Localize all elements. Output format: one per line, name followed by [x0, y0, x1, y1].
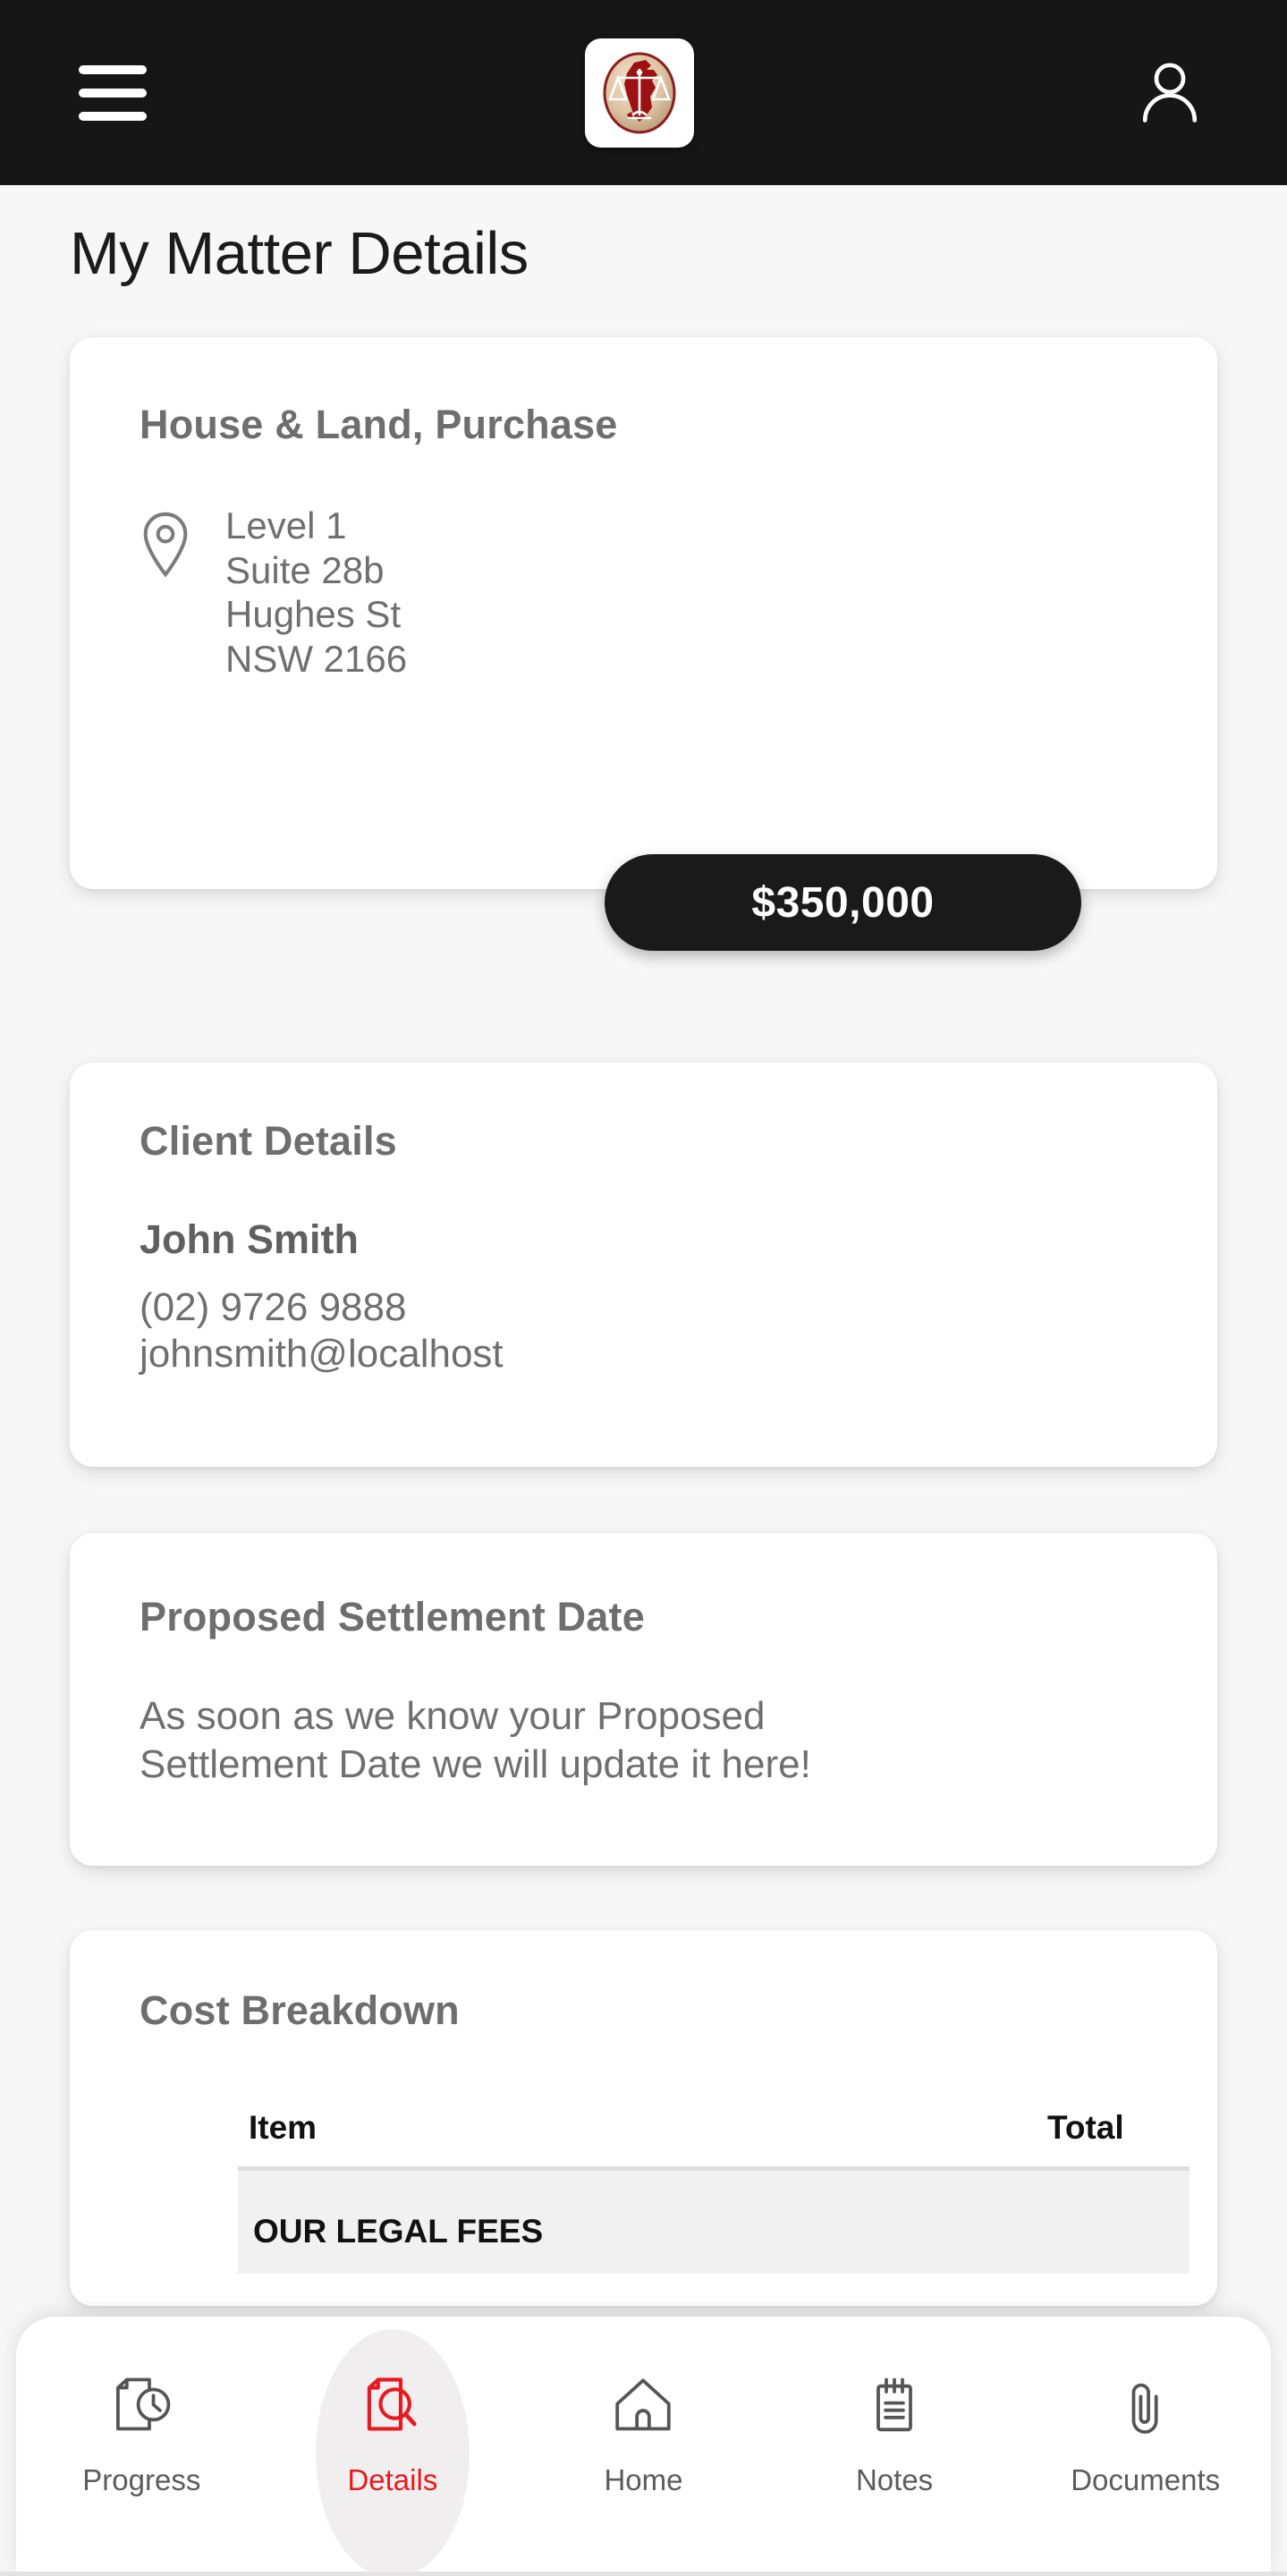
page-title: My Matter Details — [70, 220, 529, 287]
settlement-body-line: Settlement Date we will update it here! — [140, 1741, 811, 1786]
matter-card-title: House & Land, Purchase — [140, 402, 618, 447]
table-row: OUR LEGAL FEES — [238, 2166, 1190, 2274]
cost-breakdown-card: Cost Breakdown Item Total OUR LEGAL FEES — [70, 1930, 1217, 2306]
client-contact-block: (02) 9726 9888 johnsmith@localhost — [140, 1284, 504, 1377]
nav-label-progress: Progress — [82, 2463, 201, 2496]
settlement-body-line: As soon as we know your Proposed — [140, 1694, 766, 1738]
nav-tab-details[interactable]: Details — [290, 2329, 495, 2576]
address-line: NSW 2166 — [225, 637, 408, 680]
paperclip-icon — [1112, 2372, 1180, 2444]
map-pin-icon — [143, 512, 188, 578]
client-details-card: Client Details John Smith (02) 9726 9888… — [70, 1063, 1217, 1467]
column-header-total: Total — [1047, 2109, 1124, 2146]
matter-address-row: Level 1 Suite 28b Hughes St NSW 2166 — [140, 504, 407, 681]
nav-tab-progress[interactable]: Progress — [38, 2372, 244, 2551]
address-line: Suite 28b — [225, 548, 385, 591]
hamburger-menu-icon[interactable] — [79, 64, 147, 121]
nav-label-home: Home — [604, 2463, 683, 2496]
notepad-glyph — [876, 2377, 912, 2432]
client-card-title: Client Details — [140, 1118, 397, 1164]
cost-row-item: OUR LEGAL FEES — [253, 2213, 544, 2250]
scales-of-justice-logo-icon — [603, 52, 675, 133]
matter-details-card: House & Land, Purchase Level 1 Suite 28b… — [70, 337, 1217, 889]
document-clock-glyph — [116, 2377, 171, 2431]
hamburger-bar — [79, 64, 147, 74]
document-search-glyph — [367, 2377, 417, 2431]
house-glyph — [615, 2378, 672, 2431]
nav-tab-notes[interactable]: Notes — [792, 2372, 997, 2551]
nav-tab-home[interactable]: Home — [540, 2372, 746, 2551]
nav-label-details: Details — [347, 2463, 438, 2496]
client-name: John Smith — [140, 1216, 359, 1262]
nav-label-notes: Notes — [855, 2463, 934, 2496]
bottom-navigation-bar: Progress Details Home Notes Documents — [16, 2317, 1271, 2576]
app-logo[interactable] — [584, 38, 694, 148]
user-account-icon[interactable] — [1131, 55, 1208, 131]
address-line: Hughes St — [225, 593, 402, 636]
active-tab-highlight — [315, 2329, 470, 2576]
column-header-item: Item — [249, 2109, 318, 2146]
address-line: Level 1 — [225, 504, 347, 547]
cost-card-title: Cost Breakdown — [140, 1987, 460, 2033]
paperclip-glyph — [1131, 2383, 1158, 2434]
document-clock-icon — [107, 2372, 175, 2444]
hamburger-bar — [79, 111, 147, 121]
app-header — [0, 0, 1287, 185]
settlement-card-title: Proposed Settlement Date — [140, 1594, 645, 1640]
matter-price-badge: $350,000 — [605, 854, 1081, 951]
cost-breakdown-table: Item Total OUR LEGAL FEES — [70, 2089, 1217, 2274]
matter-address-lines: Level 1 Suite 28b Hughes St NSW 2166 — [225, 504, 407, 681]
client-phone[interactable]: (02) 9726 9888 — [140, 1284, 504, 1331]
settlement-date-card: Proposed Settlement Date As soon as we k… — [70, 1533, 1217, 1866]
settlement-card-body: As soon as we know your Proposed Settlem… — [140, 1692, 811, 1788]
client-email[interactable]: johnsmith@localhost — [140, 1331, 504, 1377]
nav-label-documents: Documents — [1071, 2463, 1221, 2496]
app-root: My Matter Details House & Land, Purchase… — [0, 0, 1287, 2576]
house-icon — [609, 2372, 677, 2444]
screen-bottom-divider — [0, 2572, 1287, 2576]
notepad-icon — [860, 2372, 928, 2444]
person-outline-icon — [1142, 62, 1198, 123]
table-header-row: Item Total — [70, 2089, 1217, 2166]
nav-tab-documents[interactable]: Documents — [1043, 2372, 1249, 2551]
document-search-icon — [359, 2372, 427, 2444]
hamburger-bar — [79, 88, 147, 97]
